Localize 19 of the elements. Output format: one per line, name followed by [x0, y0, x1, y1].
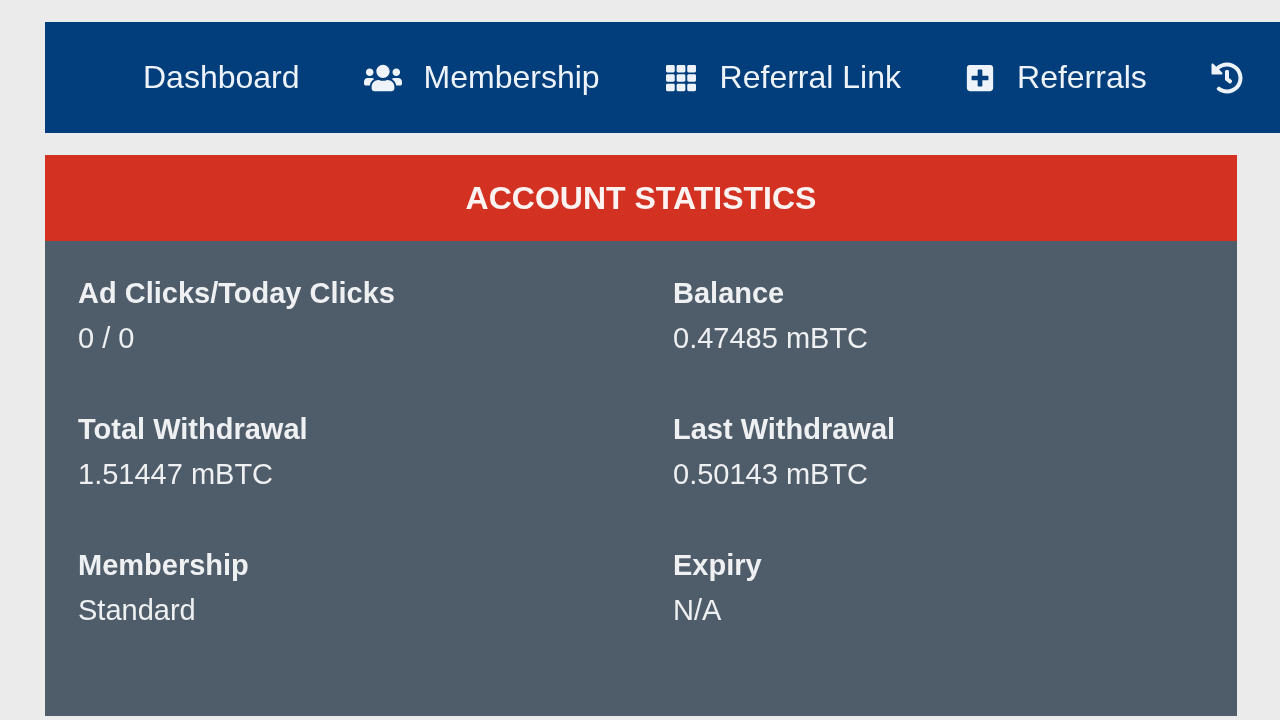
nav-link[interactable]: Membership [363, 59, 600, 96]
nav-link[interactable]: Referral Link [663, 59, 901, 96]
stat-label: Expiry [673, 548, 762, 583]
history-icon[interactable] [1210, 61, 1243, 94]
stat-label: Ad Clicks/Today Clicks [78, 276, 395, 311]
stat-label: Balance [673, 276, 785, 311]
stat-value: Standard [78, 593, 196, 628]
stat-label: Total Withdrawal [78, 412, 308, 447]
stat-value: 0.50143 mBTC [673, 457, 869, 492]
panel-title: ACCOUNT STATISTICS [45, 155, 1237, 241]
nav-link[interactable]: Referrals [965, 59, 1147, 96]
stat-value: 1.51447 mBTC [78, 457, 274, 492]
stat-value: 0.47485 mBTC [673, 321, 869, 356]
stat-label: Membership [78, 548, 249, 583]
nav-link[interactable]: Dashboard [143, 59, 300, 96]
stat-value: 0 / 0 [78, 321, 135, 356]
grid-icon [663, 62, 698, 93]
stat-value: N/A [673, 593, 722, 628]
stat-label: Last Withdrawal [673, 412, 896, 447]
